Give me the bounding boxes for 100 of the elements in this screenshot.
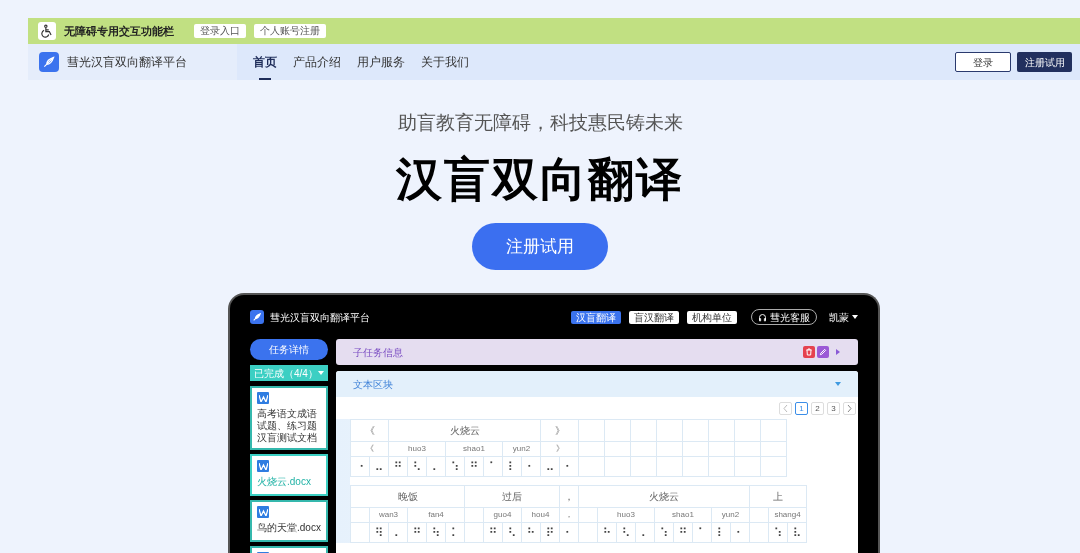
panel-title: 文本区块 xyxy=(353,377,393,392)
chevron-right-icon xyxy=(847,404,852,412)
file-name: 火烧云.docx xyxy=(257,476,312,488)
table-cell xyxy=(605,457,631,477)
table-cell xyxy=(657,457,683,477)
page-button[interactable]: 3 xyxy=(827,401,840,415)
table-cell: yun2 xyxy=(712,508,750,523)
app-tab[interactable]: 汉盲翻译 xyxy=(571,310,621,324)
user-menu[interactable]: 凯蒙 xyxy=(829,309,858,325)
app-tab[interactable]: 机构单位 xyxy=(687,310,737,324)
caret-icon xyxy=(318,371,324,375)
nav-link[interactable]: 关于我们 xyxy=(421,44,469,80)
file-card[interactable]: 高考语文成语试题、练习题汉盲测试文档 xyxy=(250,386,328,450)
braille-cell: ⠁ xyxy=(484,457,503,477)
table-cell: huo3 xyxy=(389,442,446,457)
page-button[interactable]: 2 xyxy=(811,401,824,415)
braille-cell: ⠐ xyxy=(351,457,370,477)
table-cell: guo4 xyxy=(484,508,522,523)
braille-cell: ⠛ xyxy=(408,523,427,543)
braille-cell: ⠂ xyxy=(522,457,541,477)
table-cell xyxy=(579,457,605,477)
table-cell xyxy=(657,442,683,457)
braille-cell: ⠇ xyxy=(503,457,522,477)
app-tab[interactable]: 盲汉翻译 xyxy=(629,310,679,324)
braille-cell: ⠛ xyxy=(674,523,693,543)
headphones-icon xyxy=(758,312,767,322)
accessibility-icon[interactable] xyxy=(38,22,56,40)
login-button[interactable]: 登录 xyxy=(955,52,1011,72)
braille-cell: ⠇ xyxy=(712,523,731,543)
edit-icon[interactable] xyxy=(817,346,829,358)
table-cell: 《 xyxy=(351,442,389,457)
delete-icon[interactable] xyxy=(803,346,815,358)
table-cell: 》 xyxy=(541,442,579,457)
table-cell: shao1 xyxy=(446,442,503,457)
table-cell: ， xyxy=(560,508,579,523)
table-cell xyxy=(683,457,709,477)
braille-cell: ⠧ xyxy=(788,523,807,543)
table-cell xyxy=(750,508,769,523)
word-document-icon xyxy=(257,392,269,404)
table-cell xyxy=(735,457,761,477)
table-cell: huo3 xyxy=(598,508,655,523)
panel-title: 子任务信息 xyxy=(353,345,403,360)
table-cell xyxy=(631,442,657,457)
braille-cell: ⠄ xyxy=(427,457,446,477)
table-cell xyxy=(761,457,787,477)
braille-cell: ⠂ xyxy=(731,523,750,543)
table-cell xyxy=(735,442,761,457)
table-cell: ， xyxy=(560,486,579,508)
braille-cell: ⠛ xyxy=(389,457,408,477)
table-cell: 上 xyxy=(750,486,807,508)
table-cell xyxy=(465,523,484,543)
page-button[interactable]: 1 xyxy=(795,401,808,415)
braille-cell: ⠓ xyxy=(522,523,541,543)
table-cell: 晚饭 xyxy=(351,486,465,508)
logo-icon xyxy=(250,310,264,324)
braille-cell: ⠣ xyxy=(617,523,636,543)
braille-cell: ⠅ xyxy=(446,523,465,543)
login-entry-button[interactable]: 登录入口 xyxy=(194,24,246,38)
braille-cell: ⠤ xyxy=(541,457,560,477)
register-button[interactable]: 注册试用 xyxy=(1017,52,1072,72)
table-cell xyxy=(605,442,631,457)
nav-link[interactable]: 产品介绍 xyxy=(293,44,341,80)
braille-cell: ⠱ xyxy=(655,523,674,543)
nav-link[interactable]: 用户服务 xyxy=(357,44,405,80)
task-details-button[interactable]: 任务详情 xyxy=(250,339,328,360)
nav-link[interactable]: 首页 xyxy=(253,44,277,80)
register-account-button[interactable]: 个人账号注册 xyxy=(254,24,326,38)
braille-cell: ⠟ xyxy=(541,523,560,543)
braille-cell: ⠂ xyxy=(560,457,579,477)
hero-subtitle: 助盲教育无障碍，科技惠民铸未来 xyxy=(397,111,683,135)
table-cell xyxy=(465,508,484,523)
hero-title: 汉盲双向翻译 xyxy=(396,152,684,206)
braille-cell: ⠱ xyxy=(446,457,465,477)
accessibility-bar-title: 无障碍专用交互功能栏 xyxy=(64,23,174,39)
caret-icon[interactable] xyxy=(835,349,841,355)
table-cell xyxy=(631,457,657,477)
table-cell: 火烧云 xyxy=(389,420,541,442)
braille-cell: ⠤ xyxy=(370,457,389,477)
caret-icon xyxy=(852,315,858,319)
table-cell xyxy=(750,523,769,543)
braille-cell: ⠄ xyxy=(636,523,655,543)
logo-icon xyxy=(39,52,59,72)
file-name: 高考语文成语试题、练习题汉盲测试文档 xyxy=(257,408,318,444)
table-cell xyxy=(709,457,735,477)
table-cell xyxy=(709,442,735,457)
file-card[interactable]: 鸟的天堂.docx xyxy=(250,500,328,542)
table-cell: 火烧云 xyxy=(579,486,750,508)
table-cell: shang4 xyxy=(769,508,807,523)
table-cell xyxy=(579,523,598,543)
table-cell xyxy=(761,442,787,457)
caret-icon[interactable] xyxy=(835,381,841,387)
brand-name: 彗光汉盲双向翻译平台 xyxy=(67,54,187,71)
table-cell: hou4 xyxy=(522,508,560,523)
register-trial-button[interactable]: 注册试用 xyxy=(472,223,608,270)
table-cell: 《 xyxy=(351,420,389,442)
file-name: 鸟的天堂.docx xyxy=(257,522,321,534)
braille-cell: ⠻ xyxy=(370,523,389,543)
braille-cell: ⠂ xyxy=(560,523,579,543)
next-page-button[interactable] xyxy=(843,401,856,415)
word-document-icon xyxy=(257,506,269,518)
